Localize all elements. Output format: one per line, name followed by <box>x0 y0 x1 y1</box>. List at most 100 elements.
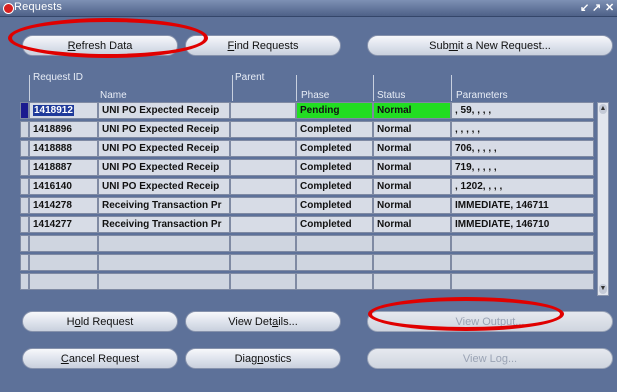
view-output-button[interactable]: View Output... <box>367 311 613 332</box>
empty-cell[interactable] <box>451 254 594 271</box>
cell-phase[interactable]: Completed <box>296 178 373 195</box>
diagnostics-button[interactable]: Diagnostics <box>185 348 341 369</box>
empty-table-row[interactable] <box>20 235 594 252</box>
view-log-button[interactable]: View Log... <box>367 348 613 369</box>
row-indicator[interactable] <box>20 159 29 176</box>
row-indicator[interactable] <box>20 273 29 290</box>
empty-cell[interactable] <box>98 235 230 252</box>
table-row[interactable]: 1418896 UNI PO Expected Receip Completed No… <box>20 121 594 138</box>
cell-status[interactable]: Normal <box>373 121 451 138</box>
table-scrollbar[interactable]: ▲ ▼ <box>597 102 609 296</box>
find-requests-button[interactable]: Find Requests <box>185 35 341 56</box>
cell-request-id[interactable]: 1416140 <box>29 178 98 195</box>
cell-parent[interactable] <box>230 140 296 157</box>
table-row[interactable]: 1418912 UNI PO Expected Receip Pending Norm… <box>20 102 594 119</box>
cell-status[interactable]: Normal <box>373 140 451 157</box>
empty-cell[interactable] <box>230 235 296 252</box>
cell-phase[interactable]: Pending <box>296 102 373 119</box>
empty-cell[interactable] <box>296 235 373 252</box>
empty-cell[interactable] <box>373 273 451 290</box>
empty-cell[interactable] <box>230 273 296 290</box>
cell-parent[interactable] <box>230 102 296 119</box>
selected-request-id[interactable]: 1418912 <box>33 105 74 116</box>
empty-cell[interactable] <box>98 254 230 271</box>
header-parameters: Parameters <box>456 90 508 101</box>
cell-request-id[interactable]: 1418888 <box>29 140 98 157</box>
title-bar[interactable]: Requests ↙ ↗ ✕ <box>0 0 617 17</box>
cell-status[interactable]: Normal <box>373 216 451 233</box>
view-details-button[interactable]: View Details... <box>185 311 341 332</box>
table-row[interactable]: 1418887 UNI PO Expected Receip Completed No… <box>20 159 594 176</box>
cell-parameters[interactable]: 719, , , , , <box>451 159 594 176</box>
empty-cell[interactable] <box>29 273 98 290</box>
cell-parent[interactable] <box>230 159 296 176</box>
cell-name[interactable]: UNI PO Expected Receip <box>98 121 230 138</box>
maximize-icon[interactable]: ↗ <box>592 1 601 14</box>
cell-request-id[interactable]: 1418887 <box>29 159 98 176</box>
cell-phase[interactable]: Completed <box>296 197 373 214</box>
cell-parameters[interactable]: IMMEDIATE, 146710 <box>451 216 594 233</box>
row-indicator[interactable] <box>20 216 29 233</box>
cell-name[interactable]: UNI PO Expected Receip <box>98 178 230 195</box>
cell-request-id[interactable]: 1414277 <box>29 216 98 233</box>
cancel-request-button[interactable]: Cancel Request <box>22 348 178 369</box>
empty-cell[interactable] <box>29 254 98 271</box>
empty-table-row[interactable] <box>20 273 594 290</box>
cell-name[interactable]: UNI PO Expected Receip <box>98 159 230 176</box>
scroll-down-icon[interactable]: ▼ <box>599 284 607 294</box>
cell-parent[interactable] <box>230 197 296 214</box>
row-indicator[interactable] <box>20 121 29 138</box>
cell-parent[interactable] <box>230 178 296 195</box>
table-row[interactable]: 1416140 UNI PO Expected Receip Completed No… <box>20 178 594 195</box>
empty-cell[interactable] <box>29 235 98 252</box>
cell-name[interactable]: UNI PO Expected Receip <box>98 140 230 157</box>
cell-parameters[interactable]: 706, , , , , <box>451 140 594 157</box>
header-status: Status <box>377 90 406 101</box>
empty-cell[interactable] <box>451 235 594 252</box>
cell-parameters[interactable]: , 1202, , , , <box>451 178 594 195</box>
cell-parent[interactable] <box>230 216 296 233</box>
table-row[interactable]: 1418888 UNI PO Expected Receip Completed No… <box>20 140 594 157</box>
empty-cell[interactable] <box>373 254 451 271</box>
minimize-icon[interactable]: ↙ <box>580 1 589 14</box>
cell-parameters[interactable]: IMMEDIATE, 146711 <box>451 197 594 214</box>
row-indicator[interactable] <box>20 254 29 271</box>
table-row[interactable]: 1414277 Receiving Transaction Pr Completed… <box>20 216 594 233</box>
row-indicator[interactable] <box>20 235 29 252</box>
empty-cell[interactable] <box>373 235 451 252</box>
cell-parameters[interactable]: , , , , , <box>451 121 594 138</box>
cell-status[interactable]: Normal <box>373 178 451 195</box>
cell-name[interactable]: Receiving Transaction Pr <box>98 216 230 233</box>
table-row[interactable]: 1414278 Receiving Transaction Pr Completed… <box>20 197 594 214</box>
refresh-data-button[interactable]: Refresh Data <box>22 35 178 56</box>
row-indicator[interactable] <box>20 140 29 157</box>
submit-new-request-button[interactable]: Submit a New Request... <box>367 35 613 56</box>
row-indicator[interactable] <box>20 178 29 195</box>
empty-cell[interactable] <box>230 254 296 271</box>
cell-phase[interactable]: Completed <box>296 140 373 157</box>
close-icon[interactable]: ✕ <box>605 1 614 14</box>
cell-parameters[interactable]: , 59, , , , <box>451 102 594 119</box>
cell-phase[interactable]: Completed <box>296 159 373 176</box>
cell-name[interactable]: Receiving Transaction Pr <box>98 197 230 214</box>
cell-status[interactable]: Normal <box>373 159 451 176</box>
empty-cell[interactable] <box>296 273 373 290</box>
cell-request-id[interactable]: 1418896 <box>29 121 98 138</box>
cell-phase[interactable]: Completed <box>296 121 373 138</box>
cell-request-id[interactable]: 1418912 <box>29 102 98 119</box>
empty-table-row[interactable] <box>20 254 594 271</box>
cell-request-id[interactable]: 1414278 <box>29 197 98 214</box>
hold-request-button[interactable]: Hold Request <box>22 311 178 332</box>
scroll-up-icon[interactable]: ▲ <box>599 104 607 114</box>
cell-status[interactable]: Normal <box>373 102 451 119</box>
empty-cell[interactable] <box>451 273 594 290</box>
cell-status[interactable]: Normal <box>373 197 451 214</box>
cell-parent[interactable] <box>230 121 296 138</box>
cell-phase[interactable]: Completed <box>296 216 373 233</box>
row-indicator[interactable] <box>20 102 29 119</box>
submit-label-accel: m <box>448 40 458 52</box>
cell-name[interactable]: UNI PO Expected Receip <box>98 102 230 119</box>
empty-cell[interactable] <box>98 273 230 290</box>
empty-cell[interactable] <box>296 254 373 271</box>
row-indicator[interactable] <box>20 197 29 214</box>
